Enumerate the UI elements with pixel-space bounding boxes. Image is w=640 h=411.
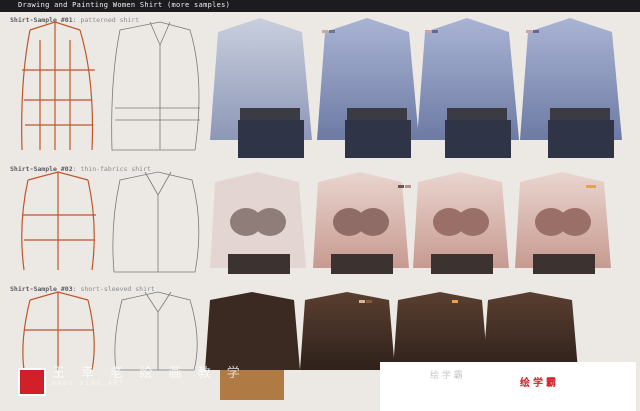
row-3-shirt-3 xyxy=(393,292,488,370)
row-1-shirt-1 xyxy=(210,18,312,158)
logo-icon xyxy=(18,368,46,396)
row-1-shirt-4 xyxy=(520,18,622,158)
row-3-construction xyxy=(22,291,95,371)
row-2-shirt-4 xyxy=(515,172,611,274)
row-2-construction xyxy=(21,171,96,271)
row-1-shirt-2 xyxy=(317,18,419,158)
row-2-sketch xyxy=(112,171,200,273)
row-2-shirt-3 xyxy=(413,172,509,274)
row-3-shirt-1 xyxy=(205,292,300,400)
logo-subtext: WANG XING ART xyxy=(52,380,125,387)
row-1-construction xyxy=(21,21,95,151)
illustration-canvas xyxy=(21,18,622,400)
row-3-sketch xyxy=(114,291,198,371)
brand-panel xyxy=(380,362,636,411)
row-3-shirt-4 xyxy=(483,292,578,370)
logo-text: 王 幸 老 绘 画 教 学 xyxy=(52,366,246,381)
row-2-shirt-1 xyxy=(210,172,306,274)
brand-name: 绘学霸 xyxy=(520,378,559,389)
watermark: 绘 学 霸 xyxy=(430,371,463,381)
row-1-sketch xyxy=(111,21,200,151)
row-3-shirt-2 xyxy=(300,292,395,370)
row-1-shirt-3 xyxy=(417,18,519,158)
row-2-shirt-2 xyxy=(313,172,409,274)
